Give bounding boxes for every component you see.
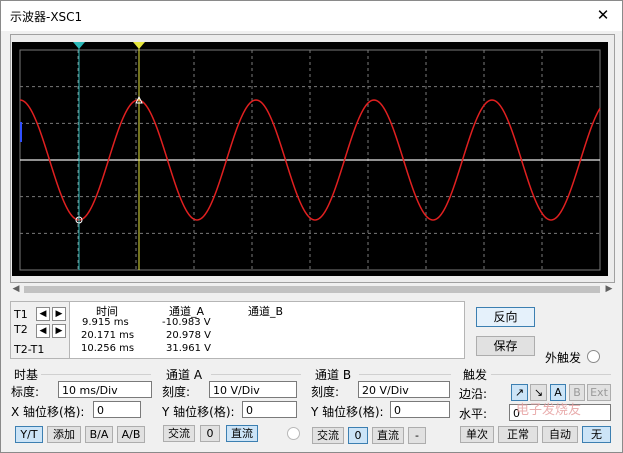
channel-a-divider <box>211 374 301 375</box>
title-bar: 示波器-XSC1 ✕ <box>1 1 622 31</box>
header-channel-b: 通道_B <box>248 305 284 318</box>
channel-a-dc-button[interactable]: 直流 <box>226 425 258 442</box>
channel-a-ac-button[interactable]: 交流 <box>163 425 195 442</box>
trigger-none-button[interactable]: 无 <box>582 426 611 443</box>
channel-b-scale-field[interactable]: 20 V/Div <box>358 381 450 398</box>
trigger-title: 触发 <box>463 368 488 382</box>
x-position-field[interactable]: 0 <box>93 401 141 418</box>
t1-left-arrow-icon[interactable]: ◀ <box>36 307 50 321</box>
timebase-scale-label: 标度: <box>11 385 40 399</box>
trigger-single-button[interactable]: 单次 <box>460 426 494 443</box>
trigger-auto-button[interactable]: 自动 <box>542 426 578 443</box>
channel-b-minus-button[interactable]: - <box>408 427 426 444</box>
horizontal-scrollbar[interactable]: ◀ ▶ <box>10 283 615 296</box>
dt-time: 10.256 ms <box>81 343 135 354</box>
timebase-scale-field[interactable]: 10 ms/Div <box>58 381 152 398</box>
channel-b-scale-label: 刻度: <box>311 385 340 399</box>
watermark-logo: 电子发烧友 <box>516 403 582 418</box>
mode-add-button[interactable]: 添加 <box>47 426 81 443</box>
mode-ab-button[interactable]: A/B <box>117 426 145 443</box>
cursor-readout: T1 ◀ ▶ T2 ◀ ▶ T2-T1 时间 通道_A 通道_B 9.915 m… <box>10 301 465 359</box>
t2-label: T2 <box>14 323 28 336</box>
oscilloscope-window: 示波器-XSC1 ✕ ◀ ▶ T1 ◀ ▶ T2 ◀ ▶ T2-T1 时间 通道… <box>0 0 623 453</box>
t2-left-arrow-icon[interactable]: ◀ <box>36 324 50 338</box>
y-position-b-label: Y 轴位移(格): <box>311 405 384 419</box>
channel-b-zero-button[interactable]: 0 <box>348 427 368 444</box>
t1-channel-a: -10.983 V <box>162 317 211 328</box>
x-position-label: X 轴位移(格): <box>11 405 85 419</box>
channel-a-title: 通道 A <box>166 368 203 382</box>
channel-a-zero-button[interactable]: 0 <box>200 425 220 442</box>
close-icon[interactable]: ✕ <box>594 6 612 24</box>
ext-trigger-label: 外触发 <box>545 351 582 365</box>
channel-b-title: 通道 B <box>315 368 352 382</box>
t2-channel-a: 20.978 V <box>166 330 212 341</box>
dt-channel-a: 31.961 V <box>166 343 212 354</box>
level-label: 水平: <box>459 407 488 421</box>
waveform-display <box>19 42 601 271</box>
channel-b-dc-button[interactable]: 直流 <box>372 427 404 444</box>
timebase-title: 时基 <box>14 368 39 382</box>
channel-a-scale-field[interactable]: 10 V/Div <box>209 381 297 398</box>
t1-label: T1 <box>14 308 28 321</box>
scroll-thumb[interactable] <box>24 286 600 293</box>
scope-screen <box>12 42 608 276</box>
t2-right-arrow-icon[interactable]: ▶ <box>52 324 66 338</box>
cursor-labels: T1 ◀ ▶ T2 ◀ ▶ T2-T1 <box>11 302 70 358</box>
ext-trigger-radio[interactable] <box>587 350 600 363</box>
y-position-a-label: Y 轴位移(格): <box>162 405 235 419</box>
channel-b-ac-button[interactable]: 交流 <box>312 427 344 444</box>
t1-time: 9.915 ms <box>82 317 129 328</box>
t2-time: 20.171 ms <box>81 330 135 341</box>
t2-t1-label: T2-T1 <box>14 343 45 356</box>
save-button[interactable]: 保存 <box>476 336 535 356</box>
mode-yt-button[interactable]: Y/T <box>15 426 43 443</box>
mode-ba-button[interactable]: B/A <box>85 426 113 443</box>
cursor-2-handle <box>133 42 145 49</box>
scroll-right-icon[interactable]: ▶ <box>603 283 615 296</box>
y-position-b-field[interactable]: 0 <box>390 401 450 418</box>
trigger-source-ext-button[interactable]: Ext <box>587 384 611 401</box>
scroll-left-icon[interactable]: ◀ <box>10 283 22 296</box>
window-title: 示波器-XSC1 <box>10 10 83 24</box>
channel-b-divider <box>359 374 451 375</box>
trigger-divider <box>491 374 611 375</box>
cursor-1-handle <box>73 42 85 49</box>
y-position-a-field[interactable]: 0 <box>242 401 297 418</box>
trigger-normal-button[interactable]: 正常 <box>498 426 538 443</box>
reverse-button[interactable]: 反向 <box>476 307 535 327</box>
channel-a-radio[interactable] <box>287 427 300 440</box>
edge-label: 边沿: <box>459 387 488 401</box>
channel-a-scale-label: 刻度: <box>162 385 191 399</box>
timebase-divider <box>41 374 151 375</box>
t1-right-arrow-icon[interactable]: ▶ <box>52 307 66 321</box>
